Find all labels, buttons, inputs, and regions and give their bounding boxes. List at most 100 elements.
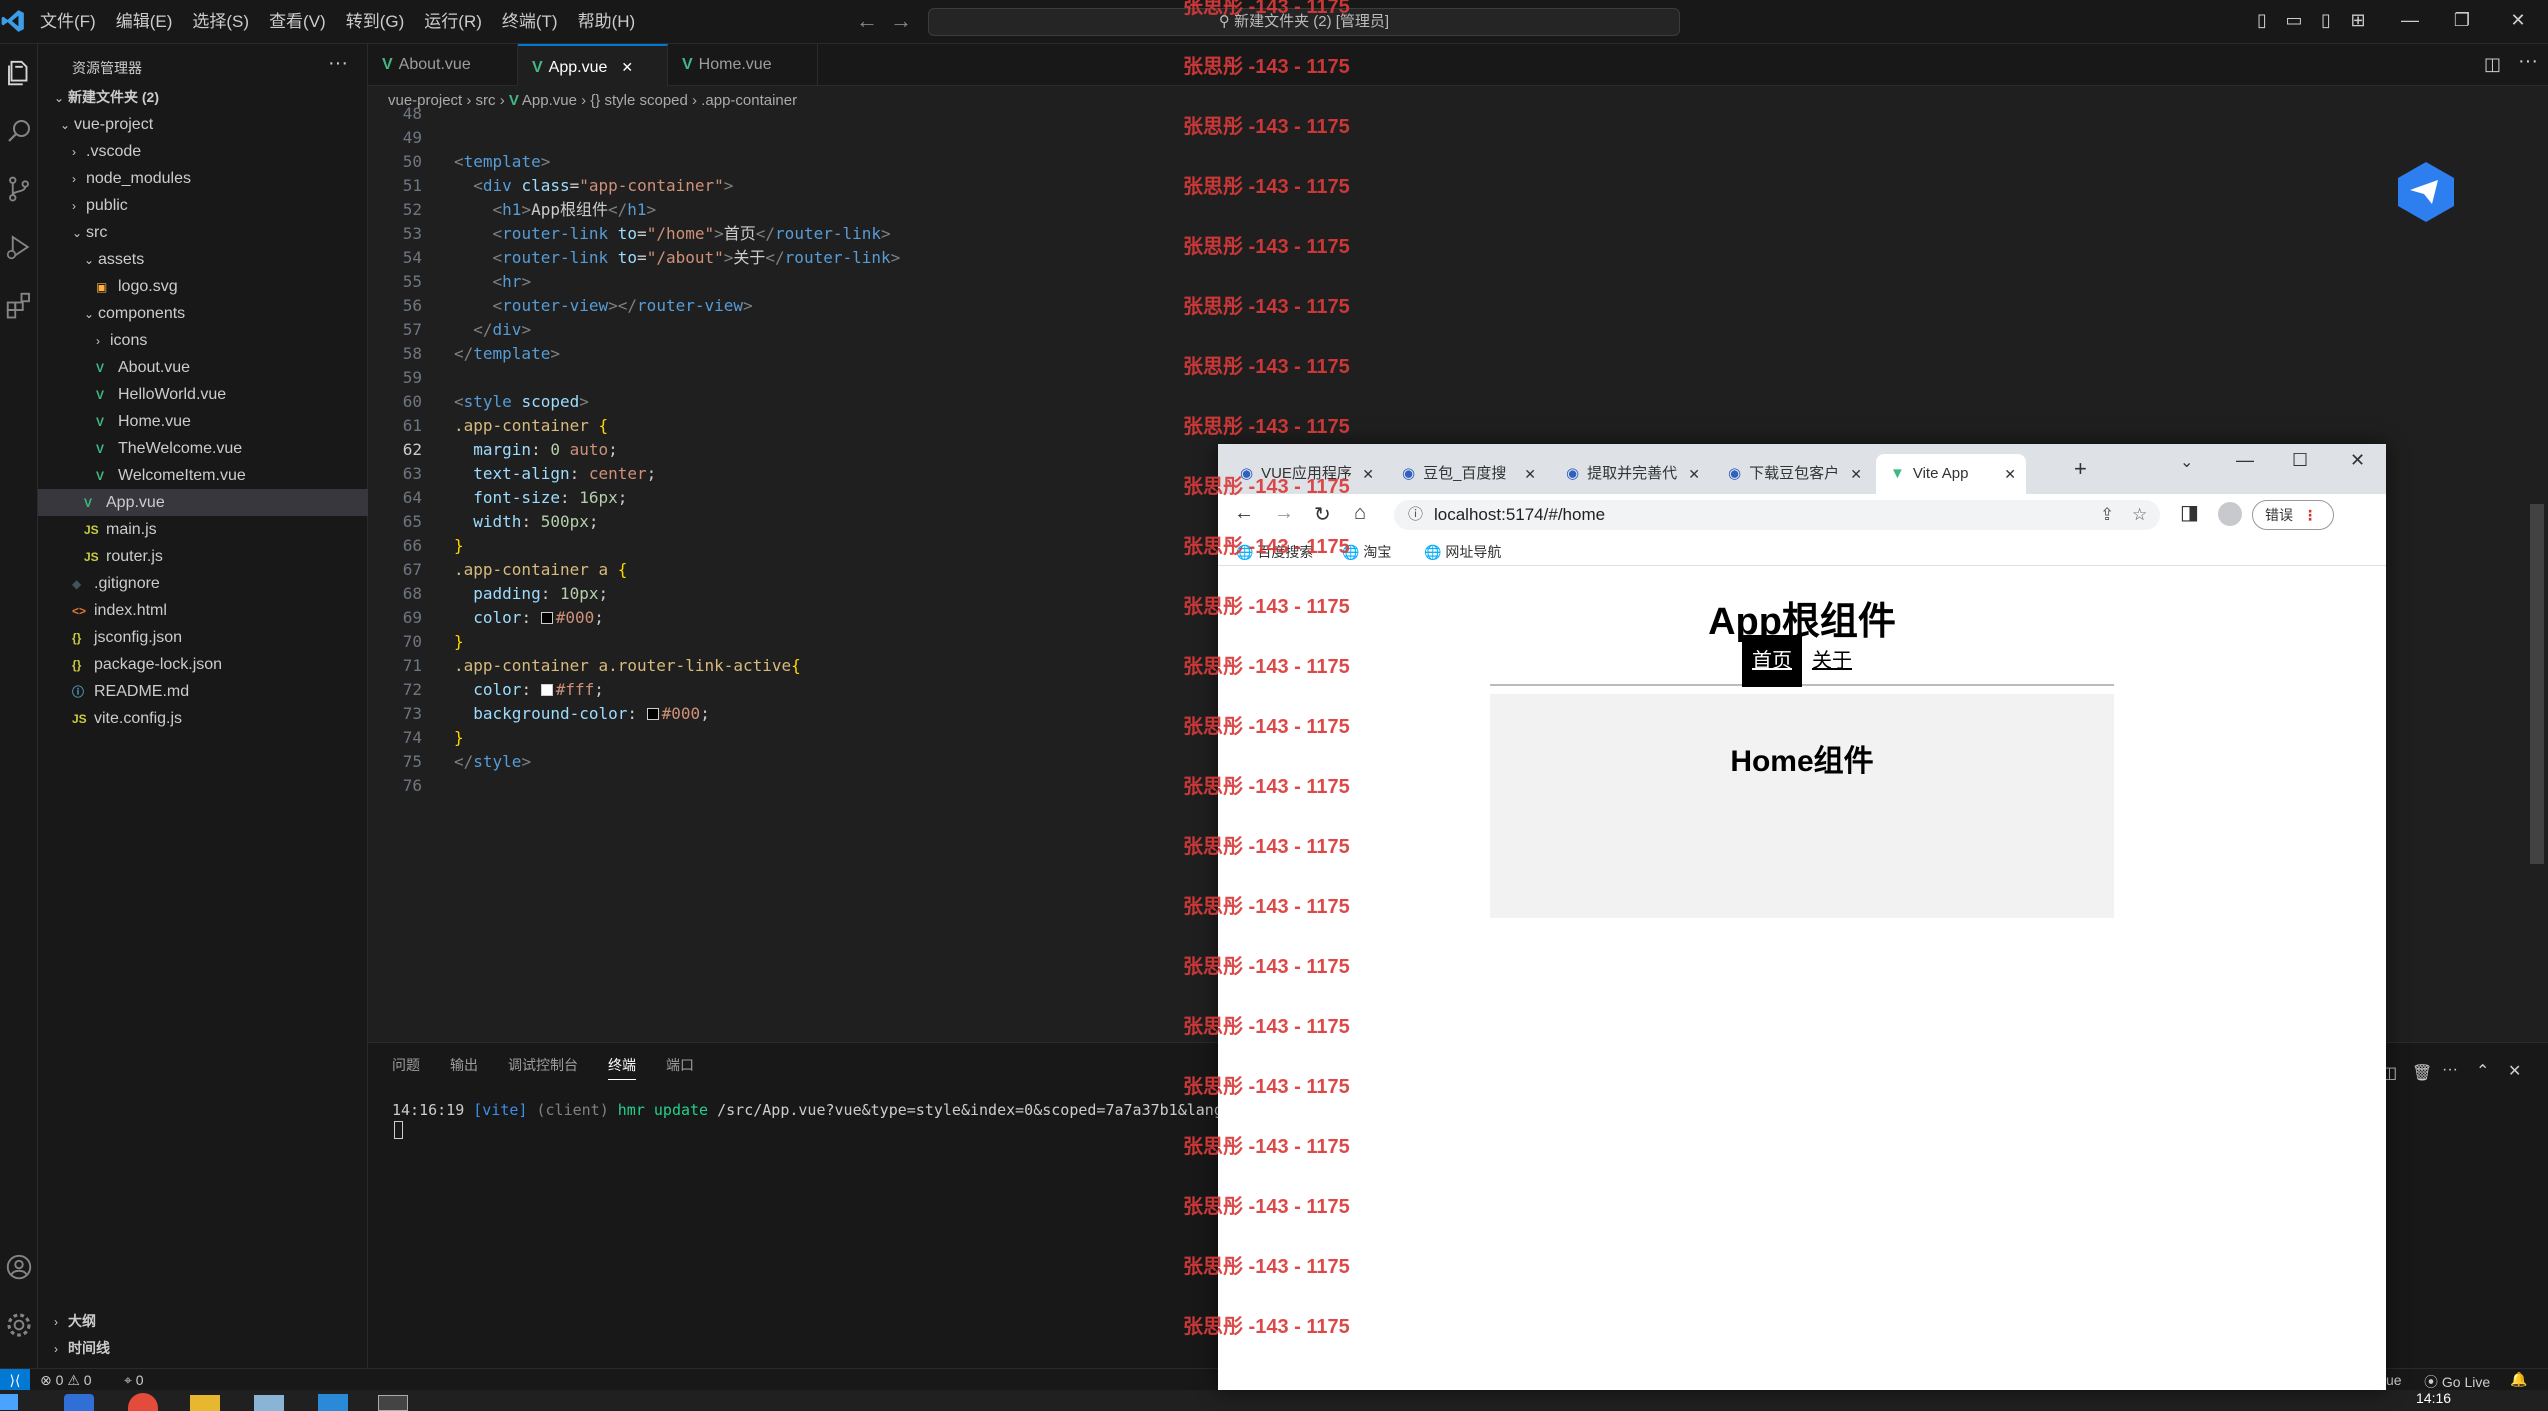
kite-extension-icon[interactable] [2392,158,2460,226]
tree-item[interactable]: V WelcomeItem.vue [38,462,368,489]
back-arrow-icon[interactable]: ← [856,8,878,34]
router-link[interactable]: 首页 [1742,635,1802,687]
close-tab-icon[interactable]: ✕ [1850,454,1862,494]
tree-item[interactable]: JS router.js [38,543,368,570]
tree-item[interactable]: V HelloWorld.vue [38,381,368,408]
menu-item[interactable]: 运行(R) [414,0,492,44]
tree-item[interactable]: › icons [38,327,368,354]
workspace-root[interactable]: ⌄ 新建文件夹 (2) [38,84,368,111]
minimize-window-icon[interactable]: — [2400,10,2420,30]
file-explorer-icon[interactable] [190,1395,220,1411]
search-icon[interactable] [4,116,34,146]
editor-tab[interactable]: V About.vue [368,44,518,86]
editor-tab[interactable]: V Home.vue [668,44,818,86]
menu-item[interactable]: 帮助(H) [568,0,646,44]
language-mode[interactable]: ue [2386,1372,2402,1388]
tree-item[interactable]: ⌄ src [38,219,368,246]
close-panel-icon[interactable]: ✕ [2508,1061,2521,1081]
run-debug-icon[interactable] [4,232,34,262]
panel-tab[interactable]: 终端 [608,1055,636,1080]
close-tab-icon[interactable]: ✕ [2004,454,2016,494]
source-control-icon[interactable] [4,174,34,204]
extensions-icon[interactable] [4,290,34,320]
browser-tab[interactable]: ◉ 豆包_百度搜 ✕ [1388,454,1546,494]
tree-item[interactable]: ⌄ components [38,300,368,327]
bookmark-star-icon[interactable]: ☆ [2132,500,2147,530]
menu-item[interactable]: 编辑(E) [106,0,183,44]
browser-back-icon[interactable]: ← [1234,502,1254,525]
tree-item[interactable]: {} jsconfig.json [38,624,368,651]
more-actions-icon[interactable]: ··· [2518,50,2538,73]
toggle-panel-icon[interactable]: ▭ [2284,10,2304,30]
start-button-icon[interactable] [0,1394,18,1410]
tree-item[interactable]: › public [38,192,368,219]
breadcrumb-item[interactable]: src [476,92,496,109]
chrome-app-icon[interactable] [128,1393,158,1411]
browser-minimize-icon[interactable]: — [2236,450,2254,471]
browser-close-icon[interactable]: ✕ [2350,450,2365,471]
close-tab-icon[interactable]: ✕ [1524,454,1536,494]
reload-icon[interactable]: ↻ [1314,502,1331,527]
remote-indicator-icon[interactable]: ⟩⟨ [0,1369,30,1391]
close-tab-icon[interactable]: ✕ [1362,454,1374,494]
terminal-output[interactable]: 14:16:19 [vite] (client) hmr update /src… [392,1101,1223,1119]
editor-tab[interactable]: V App.vue ✕ [518,44,668,86]
menu-item[interactable]: 文件(F) [30,0,106,44]
panel-tab[interactable]: 端口 [666,1055,694,1075]
close-window-icon[interactable]: ✕ [2508,10,2528,30]
tree-item[interactable]: V Home.vue [38,408,368,435]
go-live-button[interactable]: ⦿ Go Live [2424,1372,2490,1392]
side-panel-icon[interactable]: ◨ [2180,500,2199,525]
explorer-icon[interactable] [4,58,34,88]
accounts-icon[interactable] [4,1252,34,1282]
panel-tab[interactable]: 输出 [450,1055,478,1075]
ports-indicator[interactable]: ⌖ 0 [124,1372,144,1389]
tab-search-chevron-icon[interactable]: ⌄ [2180,452,2193,472]
menu-item[interactable]: 终端(T) [492,0,568,44]
customize-layout-icon[interactable]: ⊞ [2348,10,2368,30]
error-button[interactable]: 错误 ⋮ [2252,500,2334,530]
browser-maximize-icon[interactable]: ☐ [2292,450,2308,471]
breadcrumb-item[interactable]: App.vue [522,92,577,109]
tree-item[interactable]: V About.vue [38,354,368,381]
panel-tab[interactable]: 调试控制台 [508,1055,578,1075]
toggle-secondary-sidebar-icon[interactable]: ▯ [2316,10,2336,30]
breadcrumb-item[interactable]: .app-container [701,92,797,109]
app-icon[interactable] [254,1395,284,1411]
forward-arrow-icon[interactable]: → [890,8,912,34]
more-actions-icon[interactable]: ··· [328,52,348,75]
tree-item[interactable]: › .vscode [38,138,368,165]
menu-item[interactable]: 查看(V) [259,0,336,44]
browser-tab[interactable]: ◉ 提取并完善代 ✕ [1552,454,1710,494]
profile-avatar-icon[interactable] [2218,502,2242,526]
mail-app-icon[interactable] [64,1394,94,1411]
browser-tab[interactable]: ◉ 下载豆包客户 ✕ [1714,454,1872,494]
browser-tab[interactable]: ▼ Vite App ✕ [1876,454,2026,494]
toggle-primary-sidebar-icon[interactable]: ▯ [2252,10,2272,30]
browser-forward-icon[interactable]: → [1274,502,1294,525]
maximize-panel-icon[interactable]: ⌃ [2476,1061,2489,1081]
tree-item[interactable]: ⓘ README.md [38,678,368,705]
tree-item[interactable]: V App.vue [38,489,368,516]
close-tab-icon[interactable]: ✕ [1688,454,1700,494]
close-tab-icon[interactable]: ✕ [621,59,633,75]
tree-item[interactable]: ▣ logo.svg [38,273,368,300]
bookmark-item[interactable]: 🌐 网址导航 [1424,542,1501,562]
share-icon[interactable]: ⇪ [2100,500,2114,530]
settings-gear-icon[interactable] [4,1310,34,1340]
restore-window-icon[interactable]: ❐ [2452,10,2472,30]
tree-item[interactable]: JS main.js [38,516,368,543]
problems-indicator[interactable]: ⊗ 0 ⚠ 0 [40,1372,92,1389]
home-icon[interactable]: ⌂ [1354,502,1366,525]
site-info-icon[interactable]: ⓘ [1408,500,1423,530]
vscode-taskbar-icon[interactable] [318,1394,348,1411]
terminal-app-icon[interactable] [378,1395,408,1411]
address-bar[interactable]: ⓘ localhost:5174/#/home ⇪ ☆ [1394,500,2160,530]
panel-tab[interactable]: 问题 [392,1055,420,1075]
tree-item[interactable]: {} package-lock.json [38,651,368,678]
breadcrumb-item[interactable]: {} style scoped [590,92,688,109]
timeline-section[interactable]: › 时间线 [38,1335,368,1362]
tree-item[interactable]: V TheWelcome.vue [38,435,368,462]
tree-item[interactable]: JS vite.config.js [38,705,368,732]
tree-item[interactable]: ⌄ assets [38,246,368,273]
